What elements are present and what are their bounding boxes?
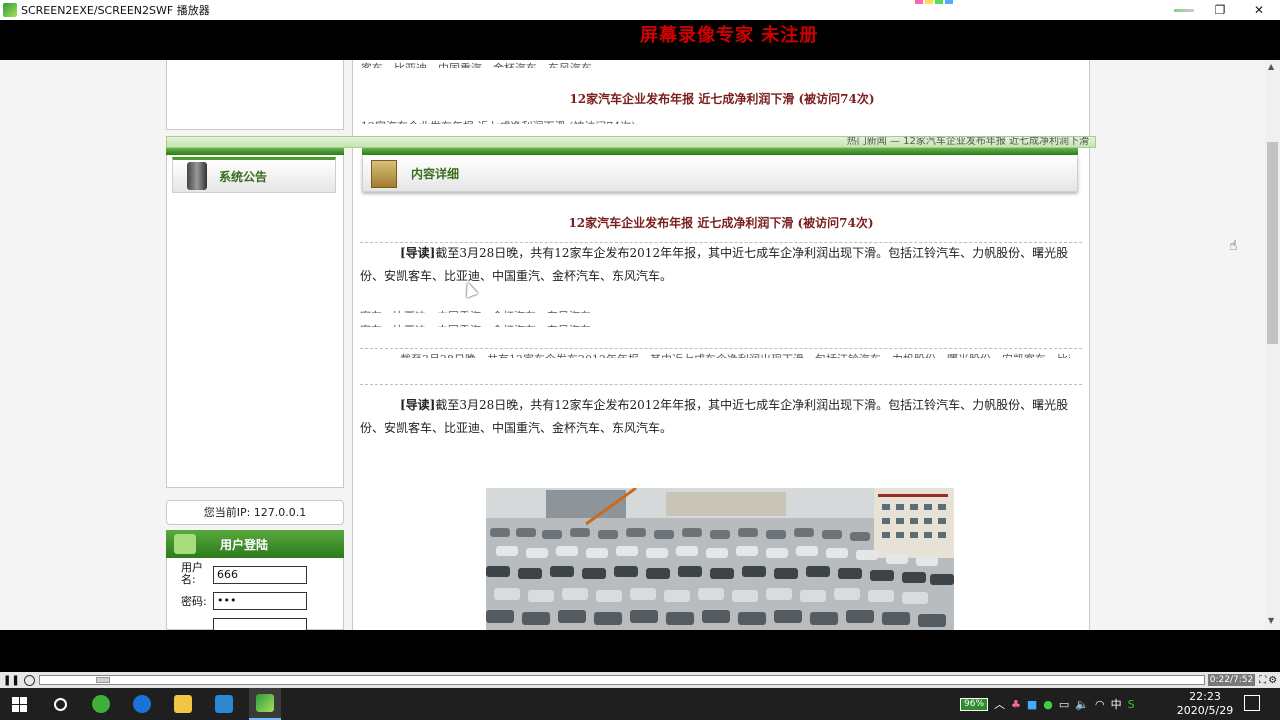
browser-icon (92, 695, 110, 713)
lead-label: [导读] (400, 398, 436, 412)
battery-indicator[interactable]: 96% (960, 697, 989, 711)
volume-icon[interactable]: 🔈 (1075, 698, 1089, 711)
lead-label: [导读] (400, 246, 436, 260)
password-input[interactable]: ••• (213, 592, 307, 610)
divider (360, 384, 1082, 385)
announcement-header: 系统公告 (172, 157, 336, 193)
article-body: 12家汽车企业发布年报 近七成净利润下滑 (被访问74次) [导读]截至3月28… (352, 196, 1090, 630)
announcement-box (166, 152, 344, 488)
ghost-text-a: 客车、比亚迪、中国重汽、金杯汽车、东风汽车。 (360, 308, 1070, 313)
windows-logo-icon (11, 696, 27, 712)
lead-text: 截至3月28日晚，共有12家车企发布2012年年报，其中近七成车企净利润出现下滑… (360, 246, 1069, 283)
web-page-viewport: 系统公告 您当前IP: 127.0.0.1 用户登陆 用户名: 666 密码: … (0, 60, 1280, 630)
color-dots-decoration (915, 0, 953, 4)
language-icon[interactable]: 中 (1111, 696, 1122, 712)
login-form: 用户名: 666 密码: ••• (166, 558, 344, 630)
tray-app-icon[interactable]: ♣ (1011, 698, 1021, 711)
login-title: 用户登陆 (220, 537, 269, 552)
news-marquee: 热门新闻 — 12家汽车企业发布年报 近七成净利润下滑 (166, 136, 1096, 148)
taskbar-app-u[interactable] (208, 688, 240, 720)
close-button[interactable]: ✕ (1242, 0, 1276, 20)
ip-display: 您当前IP: 127.0.0.1 (166, 500, 344, 525)
content-detail-header: 内容详细 (362, 156, 1078, 192)
restore-button[interactable]: ❐ (1203, 0, 1237, 20)
playback-progress-thumb[interactable] (95, 677, 110, 683)
chevron-up-icon[interactable]: ︿ (994, 696, 1005, 712)
page-scrollbar[interactable]: ▲ ▼ (1265, 60, 1280, 630)
lead-text: 截至3月28日晚，共有12家车企发布2012年年报，其中近七成车企净利润出现下滑… (360, 398, 1069, 435)
scroll-down-arrow-icon[interactable]: ▼ (1268, 616, 1274, 625)
teamviewer-icon (133, 695, 151, 713)
wifi-icon[interactable]: ◠ (1095, 698, 1105, 711)
system-tray: 96% ︿ ♣ ■ ● ▭ 🔈 ◠ 中 S (960, 688, 1135, 720)
windows-taskbar: 96% ︿ ♣ ■ ● ▭ 🔈 ◠ 中 S 22:23 2020/5/29 (0, 688, 1280, 720)
recorder-watermark: 屏幕录像专家 未注册 (640, 25, 819, 46)
content-detail-title: 内容详细 (411, 167, 460, 181)
taskbar-app-browser[interactable] (85, 688, 117, 720)
screen2exe-icon (256, 694, 274, 712)
content-green-rule (362, 148, 1078, 155)
sidebar-green-rule (166, 148, 344, 155)
article-title-ghost: 12家汽车企业发布年报 近七成净利润下滑 (被访问74次) (569, 92, 875, 106)
player-controls: ❚❚ 0:22/7:52 ⛶ ⚙ (0, 672, 1280, 688)
tray-device-icon[interactable]: ▭ (1059, 698, 1069, 711)
announcement-title: 系统公告 (219, 169, 268, 184)
car-lot-illustration (486, 488, 954, 630)
clock-date: 2020/5/29 (1176, 704, 1234, 717)
clock-time: 22:23 (1189, 690, 1221, 703)
taskbar-app-teamviewer[interactable] (126, 688, 158, 720)
username-label: 用户名: (181, 561, 203, 586)
login-header: 用户登陆 (166, 530, 344, 558)
ghost-text-title: 12家汽车企业发布年报 近七成净利润下滑 (被访问74次) (361, 118, 1071, 124)
u-app-icon (215, 695, 233, 713)
article-lead-paragraph-repeat: [导读]截至3月28日晚，共有12家车企发布2012年年报，其中近七成车企净利润… (360, 394, 1072, 440)
playback-time: 0:22/7:52 (1207, 674, 1256, 686)
scroll-up-arrow-icon[interactable]: ▲ (1268, 62, 1274, 71)
wechat-icon[interactable]: ● (1043, 698, 1053, 711)
fullscreen-icon[interactable]: ⛶ (1259, 675, 1266, 686)
article-title: 12家汽车企业发布年报 近七成净利润下滑 (被访问74次) (568, 216, 874, 230)
window-titlebar: SCREEN2EXE/SCREEN2SWF 播放器 ❐ ✕ (0, 0, 1280, 20)
tray-network-app-icon[interactable]: ■ (1027, 698, 1037, 711)
taskbar-app-explorer[interactable] (167, 688, 199, 720)
hand-cursor-icon: ☝ (1229, 238, 1238, 254)
window-title: SCREEN2EXE/SCREEN2SWF 播放器 (21, 4, 210, 17)
divider (360, 348, 1082, 349)
car-lot-photo (486, 488, 954, 630)
recording-bottom-bar (0, 630, 1280, 672)
minimize-button[interactable] (1160, 0, 1208, 20)
article-lead-paragraph: [导读]截至3月28日晚，共有12家车企发布2012年年报，其中近七成车企净利润… (360, 242, 1072, 288)
password-label: 密码: (181, 595, 207, 608)
search-button[interactable] (44, 688, 76, 720)
pause-icon[interactable]: ❚❚ (3, 675, 20, 686)
playback-progress-track[interactable] (38, 675, 1205, 685)
start-button[interactable] (3, 688, 35, 720)
notification-center-icon[interactable] (1244, 695, 1260, 711)
user-type-select[interactable] (213, 618, 307, 630)
username-input[interactable]: 666 (213, 566, 307, 584)
cortana-circle-icon (53, 697, 67, 711)
scrollbar-thumb[interactable] (1267, 142, 1278, 344)
document-icon (371, 159, 397, 188)
user-icon (174, 534, 196, 554)
folder-icon (174, 695, 192, 713)
stop-icon[interactable] (23, 674, 35, 686)
book-icon (187, 162, 207, 190)
ghost-text-c: 截至3月28日晚，共有12家车企发布2012年年报，其中近七成车企净利润出现下滑… (360, 351, 1070, 358)
taskbar-app-screen2exe[interactable] (249, 688, 281, 720)
settings-icon[interactable]: ⚙ (1268, 675, 1277, 686)
app-icon (3, 3, 17, 17)
tray-s-icon[interactable]: S (1128, 698, 1135, 711)
ghost-text-top: 客车、比亚迪、中国重汽、金杯汽车、东风汽车。 (361, 60, 1071, 68)
taskbar-clock[interactable]: 22:23 2020/5/29 (1172, 690, 1238, 718)
ghost-text-b: 客车、比亚迪、中国重汽、金杯汽车、东风汽车。 (360, 322, 1070, 327)
